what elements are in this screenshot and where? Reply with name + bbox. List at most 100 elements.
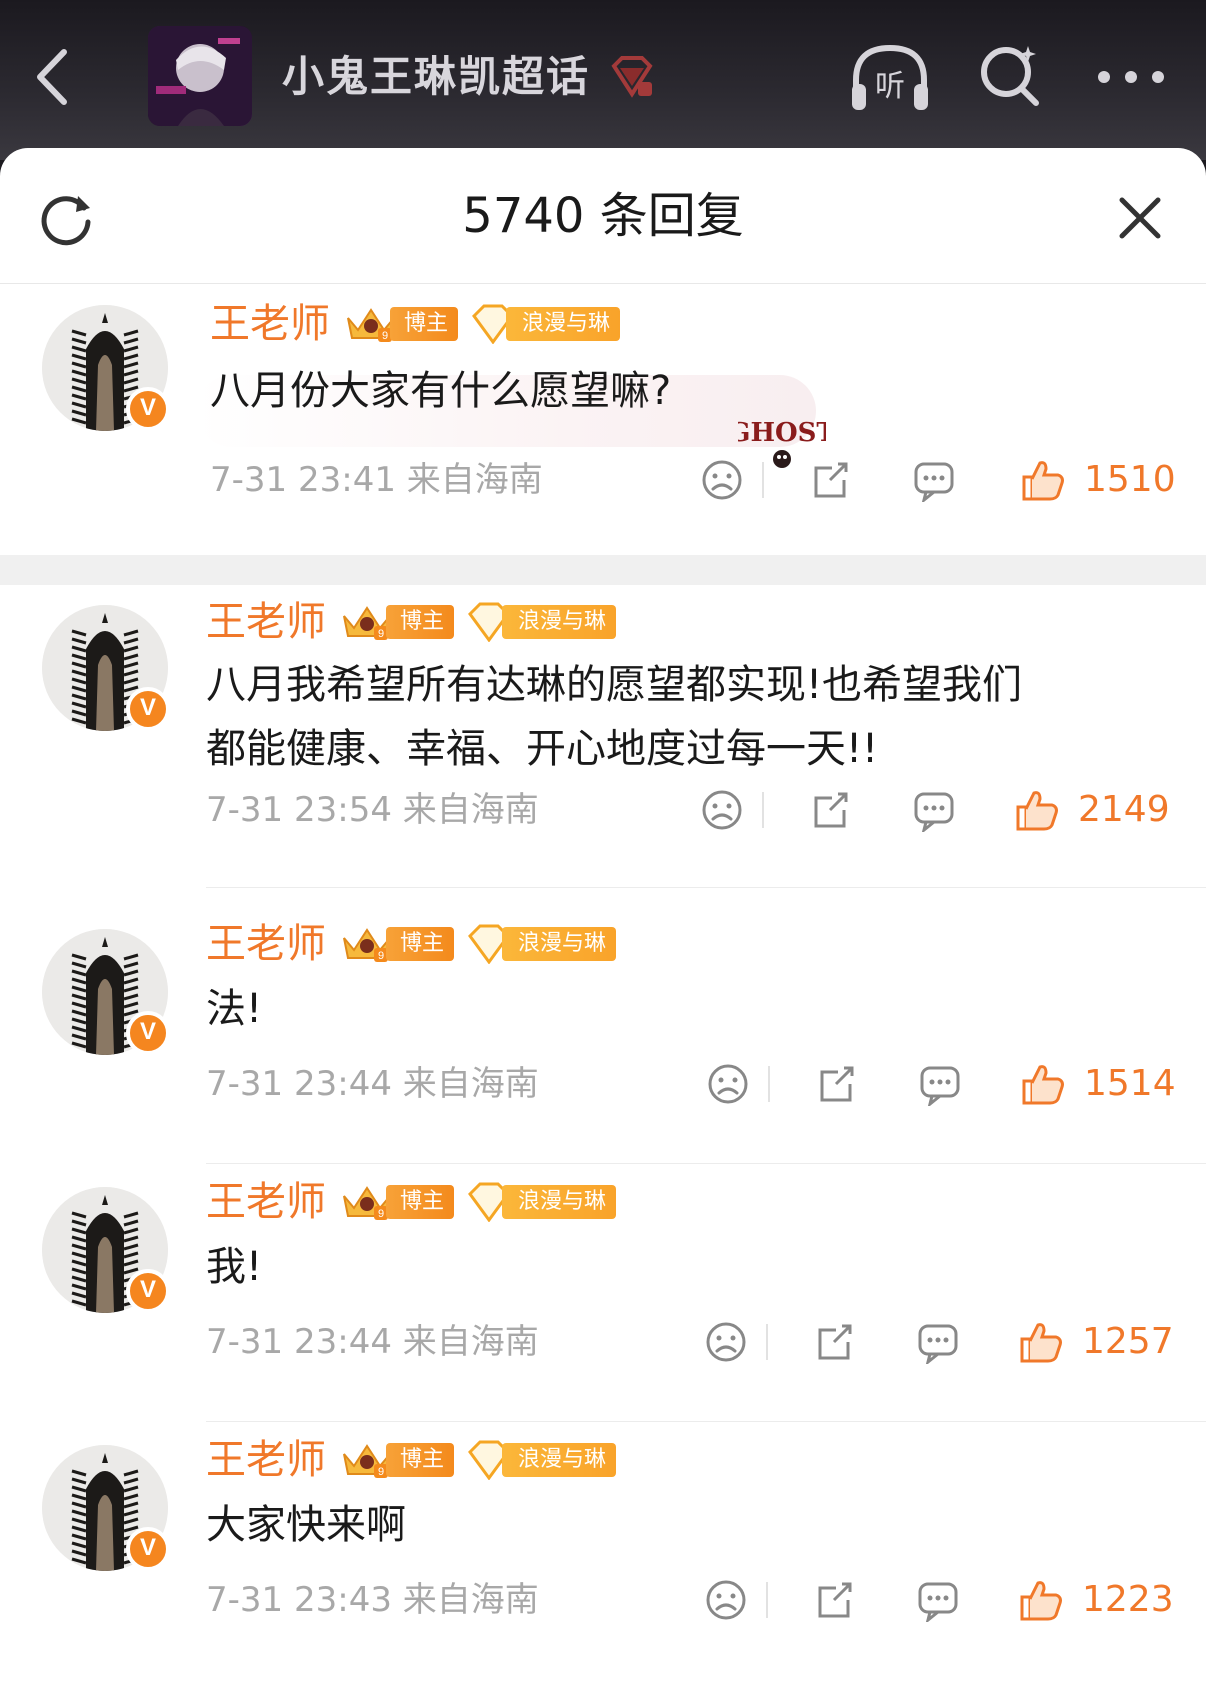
comment-item[interactable]: V 王老师 9 博主 浪漫与琳 八月我希望所有达琳的愿望都实现!也希望我们 都能健… [0,585,1206,891]
listen-label: 听 [875,69,905,104]
share-icon [820,1066,854,1102]
user-name[interactable]: 王老师 [210,299,330,349]
meta-separator [766,1324,768,1360]
thumbs-up-icon [1022,1065,1064,1105]
comment-item[interactable]: V 王老师 9 博主 浪漫与琳 八月份大家有什么愿望嘛? GHOST 7-31 … [0,285,1206,555]
name-row: 王老师 9 博主 浪漫与琳 [206,1435,617,1485]
more-icon [1098,71,1164,83]
fan-badge[interactable]: 浪漫与琳 [466,602,617,642]
comment-text: 大家快来啊 [206,1493,406,1557]
super-topic-title: 小鬼王琳凯超话 [282,52,591,101]
comment-divider [206,887,1206,888]
thumbs-up-icon [1022,461,1064,501]
comment-text: 八月份大家有什么愿望嘛? [210,359,671,423]
comment-time-location: 7-31 23:54 来自海南 [206,790,539,830]
like-count: 1223 [1082,1579,1174,1620]
name-row: 王老师 9 博主 浪漫与琳 [206,597,617,647]
blogger-badge-label: 博主 [390,307,459,341]
user-name[interactable]: 王老师 [206,919,326,969]
back-arrow-icon [37,49,67,105]
more-button[interactable] [1094,60,1168,94]
blogger-badge-label: 博主 [386,605,455,639]
sad-face-icon [702,790,742,830]
comment-time-location: 7-31 23:44 来自海南 [206,1064,539,1104]
search-icon [981,46,1039,106]
reply-count-title: 5740 条回复 [462,188,744,244]
super-topic-avatar[interactable] [148,26,252,126]
comment-icon [914,792,954,832]
thumbs-up-icon [1020,1323,1062,1363]
comment-time-location: 7-31 23:41 来自海南 [210,460,543,500]
comment-text: 我! [206,1235,262,1299]
fan-badge-label: 浪漫与琳 [502,927,617,961]
close-button[interactable] [1116,194,1164,242]
share-icon [818,1582,852,1618]
comment-item[interactable]: V 王老师 9 博主 浪漫与琳 大家快来啊 7-31 23:43 来自海南 1223 [0,1425,1206,1695]
fan-badge[interactable]: 浪漫与琳 [470,304,621,344]
verified-badge-icon: V [126,1269,170,1313]
meta-separator [766,1582,768,1618]
blogger-badge-label: 博主 [386,1185,455,1219]
fan-badge-label: 浪漫与琳 [506,307,621,341]
comment-icon [914,462,954,502]
fan-badge[interactable]: 浪漫与琳 [466,1182,617,1222]
user-name[interactable]: 王老师 [206,1435,326,1485]
fan-badge-label: 浪漫与琳 [502,1185,617,1219]
blogger-badge-label: 博主 [386,1443,455,1477]
sad-face-icon [706,1322,746,1362]
diamond-badge-icon [608,56,656,100]
verified-badge-icon: V [126,1011,170,1055]
sheet-header: 5740 条回复 [0,148,1206,284]
verified-badge-icon: V [126,387,170,431]
sad-face-icon [706,1580,746,1620]
ghost-sticker-label: GHOST [738,418,826,448]
svg-text:9: 9 [378,950,384,962]
name-row: 王老师 9 博主 浪漫与琳 [206,1177,617,1227]
fan-badge-label: 浪漫与琳 [502,1443,617,1477]
fan-badge[interactable]: 浪漫与琳 [466,924,617,964]
comment-icon [920,1066,960,1106]
comment-item[interactable]: V 王老师 9 博主 浪漫与琳 我! 7-31 23:44 来自海南 1257 [0,1167,1206,1425]
section-gap [0,555,1206,585]
share-icon [818,1324,852,1360]
meta-separator [762,462,764,498]
comment-icon [918,1324,958,1364]
sad-face-icon [702,460,742,500]
search-button[interactable] [976,40,1046,110]
svg-text:9: 9 [382,330,388,342]
comment-text: 八月我希望所有达琳的愿望都实现!也希望我们 都能健康、幸福、开心地度过每一天!! [206,653,1022,781]
blogger-badge: 9 博主 [340,1183,455,1221]
name-row: 王老师 9 博主 浪漫与琳 [210,299,621,349]
comment-line: 八月份大家有什么愿望嘛? [210,368,672,414]
user-name[interactable]: 王老师 [206,597,326,647]
svg-text:9: 9 [378,1466,384,1478]
blogger-badge: 9 博主 [340,925,455,963]
headphones-icon: 听 [852,44,928,110]
comment-text: 法! [206,977,262,1041]
super-topic-avatar-image [148,26,252,126]
thumbs-up-icon [1016,791,1058,831]
comment-line: 我! [206,1244,263,1290]
verified-badge-icon: V [126,687,170,731]
close-icon [1119,197,1161,239]
back-button[interactable] [30,42,80,112]
share-icon [814,792,848,828]
comment-line: 大家快来啊 [206,1502,406,1548]
fan-badge-label: 浪漫与琳 [502,605,617,639]
comment-line: 法! [206,986,263,1032]
thumbs-up-icon [1020,1581,1062,1621]
listen-button[interactable]: 听 [848,40,932,116]
blogger-badge: 9 博主 [344,305,459,343]
verified-badge-icon: V [126,1527,170,1571]
user-name[interactable]: 王老师 [206,1177,326,1227]
fan-badge[interactable]: 浪漫与琳 [466,1440,617,1480]
like-count: 1257 [1082,1321,1174,1362]
blogger-badge: 9 博主 [340,603,455,641]
svg-text:9: 9 [378,1208,384,1220]
comment-line: 八月我希望所有达琳的愿望都实现!也希望我们 [206,662,1023,708]
comment-time-location: 7-31 23:43 来自海南 [206,1580,539,1620]
comment-item[interactable]: V 王老师 9 博主 浪漫与琳 法! 7-31 23:44 来自海南 1514 [0,909,1206,1167]
svg-text:9: 9 [378,628,384,640]
like-count: 1514 [1084,1063,1176,1104]
comment-line: 都能健康、幸福、开心地度过每一天!! [206,726,879,772]
